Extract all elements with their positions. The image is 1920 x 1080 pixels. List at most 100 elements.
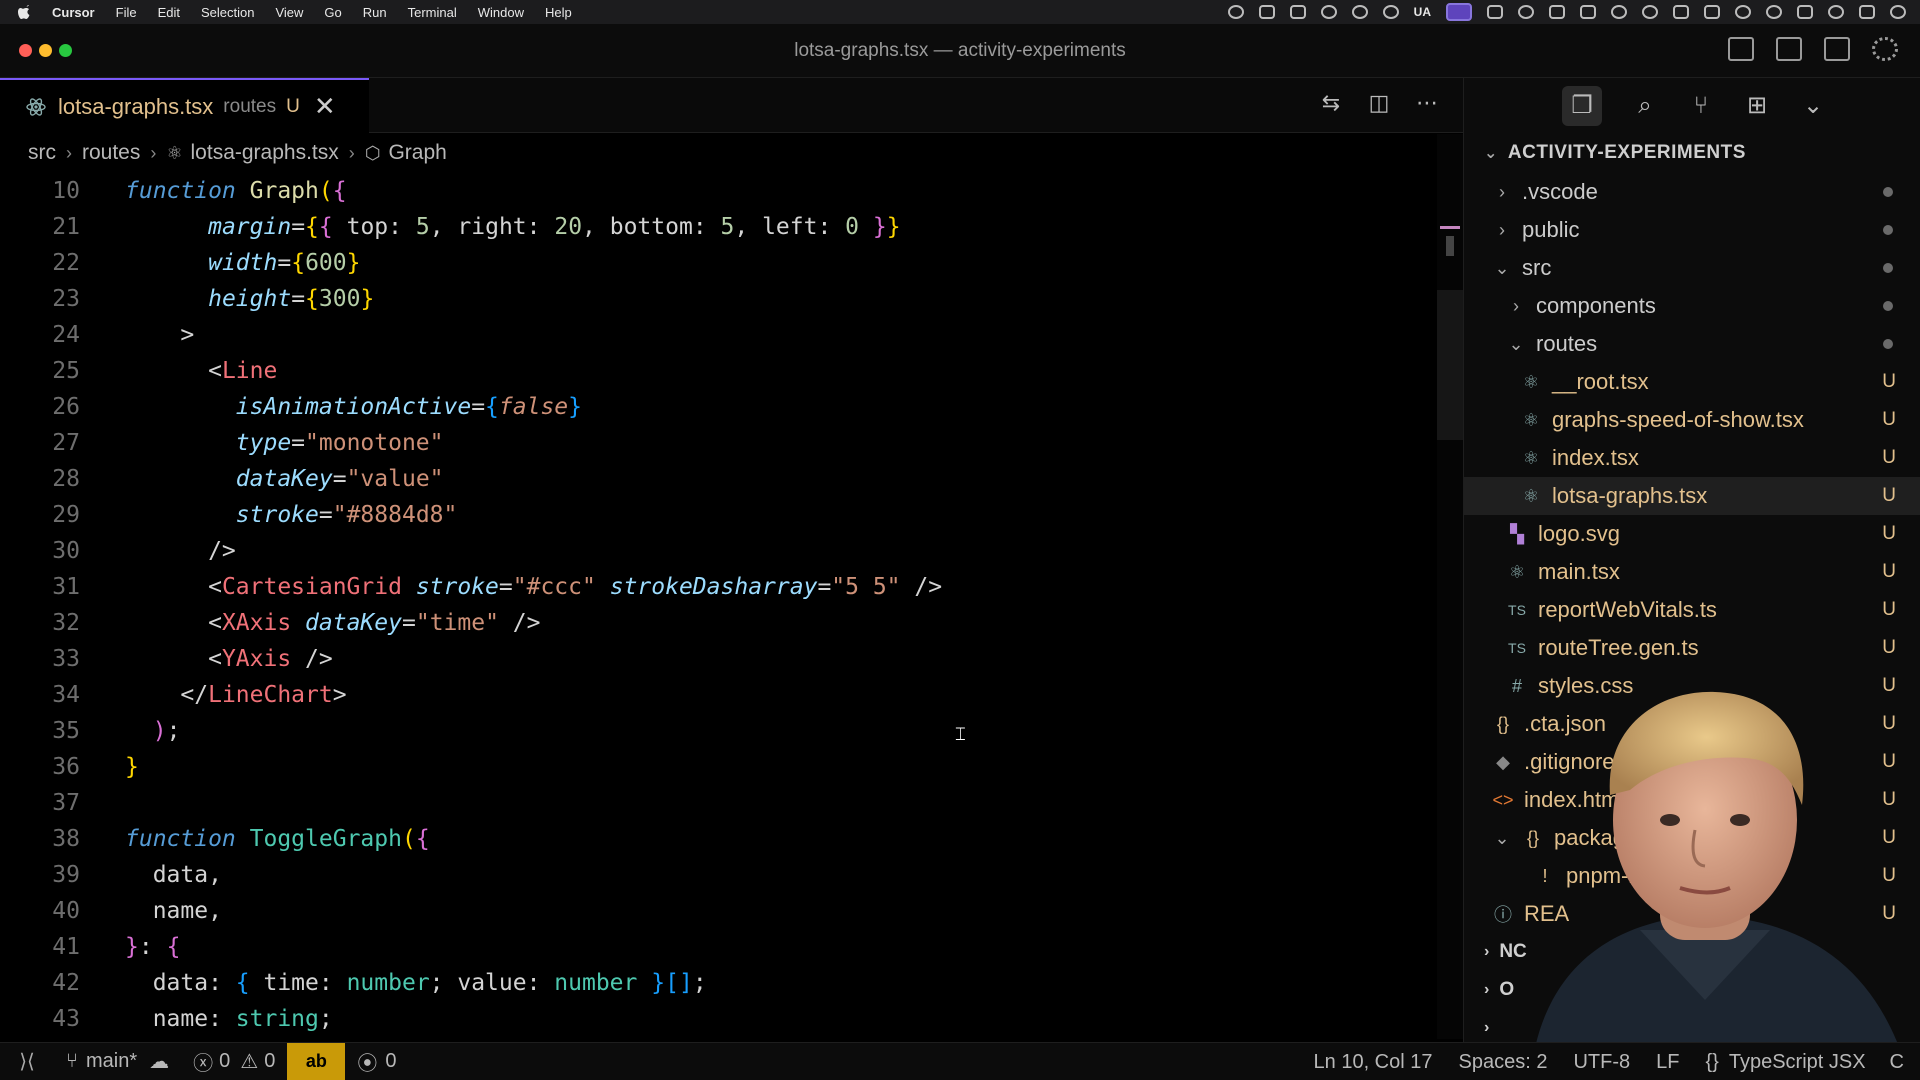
tray-grid-icon[interactable]: [1673, 5, 1689, 19]
problems-status[interactable]: ⓧ 0 ⚠ 0: [181, 1043, 287, 1080]
tray-screen-share-icon[interactable]: [1446, 3, 1472, 21]
tree-folder-components[interactable]: › components: [1464, 287, 1920, 325]
code-line[interactable]: 24 >: [0, 317, 1430, 353]
tray-chevron-icon[interactable]: [1580, 5, 1596, 19]
menu-window[interactable]: Window: [478, 5, 524, 20]
open-changes-icon[interactable]: ⇆: [1319, 92, 1343, 116]
code-line[interactable]: 35 );: [0, 713, 1430, 749]
code-line[interactable]: 31 <CartesianGrid stroke="#ccc" strokeDa…: [0, 569, 1430, 605]
notification-icon[interactable]: [1890, 5, 1906, 19]
tray-diamond-icon[interactable]: [1320, 5, 1337, 19]
encoding-status[interactable]: UTF-8: [1561, 1043, 1644, 1080]
tree-file-main-tsx[interactable]: ⚛ main.tsx U: [1464, 553, 1920, 591]
code-line[interactable]: 22 width={600}: [0, 245, 1430, 281]
ab-status-item[interactable]: ab: [287, 1042, 346, 1080]
breadcrumb-src[interactable]: src: [28, 141, 56, 165]
menu-view[interactable]: View: [275, 5, 303, 20]
menu-selection[interactable]: Selection: [201, 5, 254, 20]
tree-file-lotsa-graphs[interactable]: ⚛ lotsa-graphs.tsx U: [1464, 477, 1920, 515]
status-trailing-item[interactable]: C: [1878, 1043, 1920, 1080]
tree-file-reportwebvitals[interactable]: TS reportWebVitals.ts U: [1464, 591, 1920, 629]
tree-file-logo-svg[interactable]: ▚ logo.svg U: [1464, 515, 1920, 553]
tray-clock-icon[interactable]: [1766, 5, 1782, 19]
remote-indicator-icon[interactable]: ⟩⟨: [0, 1043, 54, 1080]
code-line[interactable]: 26 isAnimationActive={false}: [0, 389, 1430, 425]
breadcrumb-file[interactable]: lotsa-graphs.tsx: [191, 141, 339, 165]
chevron-down-icon[interactable]: ⌄: [1800, 92, 1826, 119]
code-line[interactable]: 39 data,: [0, 857, 1430, 893]
tray-bug-icon[interactable]: [1518, 5, 1534, 19]
menu-help[interactable]: Help: [545, 5, 572, 20]
toggle-panel-icon[interactable]: [1728, 37, 1754, 61]
menu-edit[interactable]: Edit: [158, 5, 180, 20]
tree-folder-routes[interactable]: ⌄ routes: [1464, 325, 1920, 363]
tray-app-icon[interactable]: [1227, 5, 1244, 19]
eol-status[interactable]: LF: [1644, 1043, 1693, 1080]
tray-moon-icon[interactable]: [1735, 5, 1751, 19]
explorer-files-icon[interactable]: ❐: [1562, 85, 1602, 126]
search-icon[interactable]: ⌕: [1632, 92, 1658, 119]
tree-file-routetree[interactable]: TS routeTree.gen.ts U: [1464, 629, 1920, 667]
code-line[interactable]: 43 name: string;: [0, 1001, 1430, 1037]
editor-scrollbar-thumb[interactable]: [1437, 290, 1463, 440]
code-line[interactable]: 36}: [0, 749, 1430, 785]
code-line[interactable]: 33 <YAxis />: [0, 641, 1430, 677]
sync-icon[interactable]: ☁: [149, 1049, 169, 1074]
split-editor-icon[interactable]: ◫: [1367, 92, 1391, 116]
control-center-icon[interactable]: [1859, 5, 1875, 19]
code-line[interactable]: 30 />: [0, 533, 1430, 569]
code-line[interactable]: 41}: {: [0, 929, 1430, 965]
tree-folder-src[interactable]: ⌄ src: [1464, 249, 1920, 287]
tray-display-icon[interactable]: [1487, 5, 1503, 19]
explorer-root-header[interactable]: ⌄ ACTIVITY-EXPERIMENTS: [1464, 133, 1920, 173]
apple-icon[interactable]: [18, 4, 34, 20]
tree-folder-public[interactable]: › public: [1464, 211, 1920, 249]
git-branch-status[interactable]: ⑂ main* ☁: [54, 1043, 181, 1080]
tree-file-root[interactable]: ⚛ __root.tsx U: [1464, 363, 1920, 401]
code-line[interactable]: 37: [0, 785, 1430, 821]
cursor-position[interactable]: Ln 10, Col 17: [1302, 1043, 1447, 1080]
code-editor[interactable]: 10 function Graph({ 21 margin={{ top: 5, …: [0, 173, 1430, 1043]
code-line[interactable]: 10 function Graph({: [0, 173, 1430, 209]
tray-cloud-sync-icon[interactable]: [1351, 5, 1368, 19]
code-line[interactable]: 25 <Line: [0, 353, 1430, 389]
menu-app-name[interactable]: Cursor: [52, 5, 95, 20]
menu-run[interactable]: Run: [363, 5, 387, 20]
menu-go[interactable]: Go: [324, 5, 341, 20]
tray-camera-icon[interactable]: [1549, 5, 1565, 19]
settings-gear-icon[interactable]: [1872, 37, 1898, 61]
spotlight-search-icon[interactable]: [1828, 5, 1844, 19]
breadcrumb-routes[interactable]: routes: [82, 141, 140, 165]
code-line[interactable]: 42 data: { time: number; value: number }…: [0, 965, 1430, 1001]
tray-cloud-icon[interactable]: [1258, 5, 1275, 19]
tray-pin-icon[interactable]: [1642, 5, 1658, 19]
tree-folder-vscode[interactable]: › .vscode: [1464, 173, 1920, 211]
language-mode-status[interactable]: {} TypeScript JSX: [1693, 1043, 1877, 1080]
code-line[interactable]: 32 <XAxis dataKey="time" />: [0, 605, 1430, 641]
tray-layers-icon[interactable]: [1704, 5, 1720, 19]
code-line[interactable]: 29 stroke="#8884d8": [0, 497, 1430, 533]
more-actions-icon[interactable]: ⋯: [1415, 92, 1439, 116]
ports-status[interactable]: ⦿ 0: [345, 1043, 408, 1080]
wifi-icon[interactable]: [1797, 5, 1813, 19]
tray-input-source[interactable]: UA: [1414, 5, 1431, 19]
tab-close-icon[interactable]: ✕: [314, 91, 336, 122]
breadcrumb-symbol[interactable]: Graph: [388, 141, 446, 165]
tree-file-graphs-speed[interactable]: ⚛ graphs-speed-of-show.tsx U: [1464, 401, 1920, 439]
code-line[interactable]: 28 dataKey="value": [0, 461, 1430, 497]
menu-file[interactable]: File: [116, 5, 137, 20]
toggle-primary-sidebar-icon[interactable]: [1776, 37, 1802, 61]
tree-file-index-tsx[interactable]: ⚛ index.tsx U: [1464, 439, 1920, 477]
code-line[interactable]: 34 </LineChart>: [0, 677, 1430, 713]
menu-terminal[interactable]: Terminal: [408, 5, 457, 20]
code-line[interactable]: 21 margin={{ top: 5, right: 20, bottom: …: [0, 209, 1430, 245]
extensions-icon[interactable]: ⊞: [1744, 92, 1770, 119]
tab-lotsa-graphs[interactable]: lotsa-graphs.tsx routes U ✕: [0, 78, 369, 133]
tray-a-icon[interactable]: [1611, 5, 1627, 19]
tray-record-icon[interactable]: [1289, 5, 1306, 19]
indentation-status[interactable]: Spaces: 2: [1447, 1043, 1562, 1080]
code-line[interactable]: 40 name,: [0, 893, 1430, 929]
tray-globe-icon[interactable]: [1382, 5, 1399, 19]
code-line[interactable]: 27 type="monotone": [0, 425, 1430, 461]
code-line[interactable]: 38 function ToggleGraph({: [0, 821, 1430, 857]
